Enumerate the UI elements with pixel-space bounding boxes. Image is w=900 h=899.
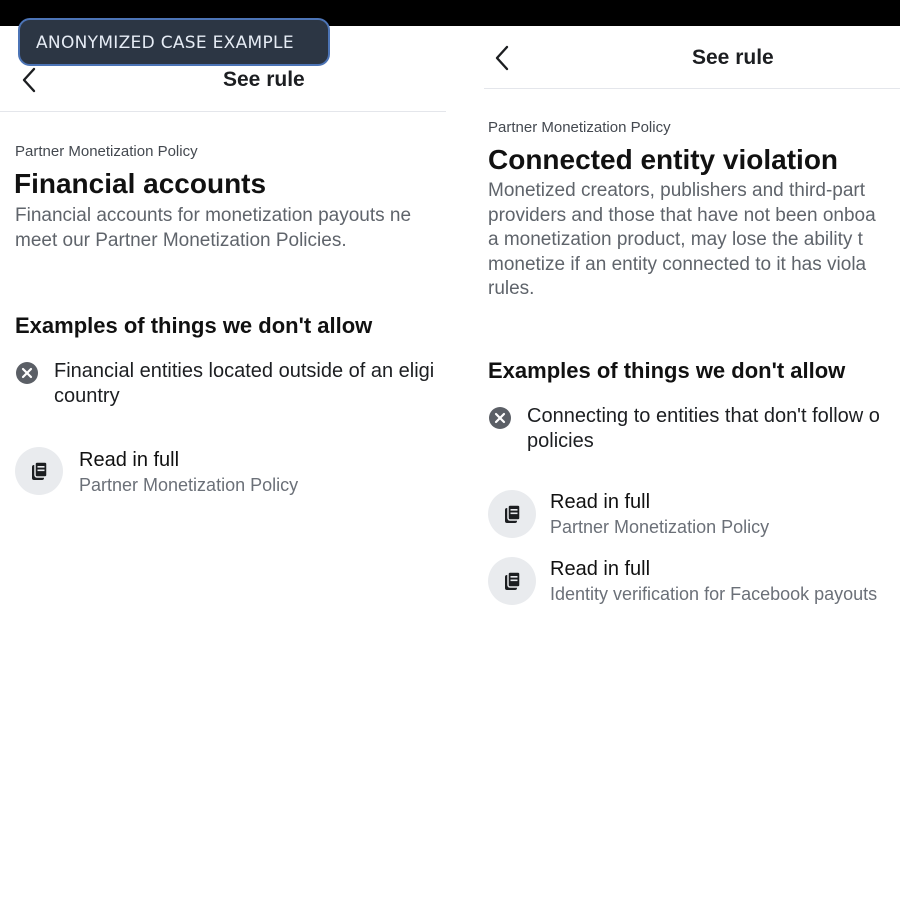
description-line: rules. [488, 278, 535, 299]
rule-description: Monetized creators, publishers and third… [488, 179, 876, 302]
rule-title: Connected entity violation [488, 144, 839, 175]
read-in-full-title: Read in full [550, 558, 651, 580]
example-line: country [54, 385, 120, 407]
read-in-full-link[interactable]: Read in full Identity verification for F… [488, 557, 900, 609]
close-circle-icon [15, 361, 39, 385]
rule-description: Financial accounts for monetization payo… [15, 204, 411, 253]
read-in-full-link[interactable]: Read in full Partner Monetization Policy [488, 490, 900, 542]
policy-eyebrow: Partner Monetization Policy [15, 143, 198, 160]
document-icon [488, 557, 536, 605]
document-icon [15, 447, 63, 495]
close-circle-icon [488, 406, 512, 430]
examples-heading: Examples of things we don't allow [15, 313, 373, 338]
description-line: meet our Partner Monetization Policies. [15, 229, 347, 251]
header-title: See rule [223, 68, 305, 91]
description-line: a monetization product, may lose the abi… [488, 229, 863, 250]
document-icon [488, 490, 536, 538]
back-chevron-icon[interactable] [492, 44, 516, 72]
examples-heading: Examples of things we don't allow [488, 358, 846, 383]
description-line: providers and those that have not been o… [488, 204, 876, 226]
header-divider [0, 111, 446, 112]
example-line: Connecting to entities that don't follow… [527, 405, 880, 427]
example-line: policies [527, 430, 594, 452]
back-chevron-icon[interactable] [19, 66, 43, 94]
read-in-full-title: Read in full [79, 449, 180, 471]
policy-eyebrow: Partner Monetization Policy [488, 119, 671, 136]
description-line: Monetized creators, publishers and third… [488, 180, 866, 201]
header-title: See rule [692, 46, 774, 69]
description-line: monetize if an entity connected to it ha… [488, 253, 867, 275]
example-text: Financial entities located outside of an… [54, 359, 434, 409]
example-item: Financial entities located outside of an… [15, 359, 460, 411]
read-in-full-subtitle: Partner Monetization Policy [550, 517, 770, 537]
right-rule-panel: See rule Partner Monetization Policy Con… [476, 0, 900, 899]
description-line: Financial accounts for monetization payo… [15, 205, 412, 226]
example-item: Connecting to entities that don't follow… [488, 404, 900, 456]
read-in-full-title: Read in full [550, 491, 651, 513]
example-text: Connecting to entities that don't follow… [527, 404, 880, 454]
example-line: Financial entities located outside of an… [54, 360, 435, 382]
read-in-full-link[interactable]: Read in full Partner Monetization Policy [15, 447, 435, 499]
read-in-full-subtitle: Partner Monetization Policy [79, 475, 299, 495]
header-divider [484, 88, 900, 89]
rule-title: Financial accounts [14, 168, 267, 199]
left-rule-panel: See rule Partner Monetization Policy Fin… [0, 0, 460, 899]
read-in-full-subtitle: Identity verification for Facebook payou… [550, 584, 878, 604]
anonymized-badge: ANONYMIZED CASE EXAMPLE [18, 18, 330, 66]
